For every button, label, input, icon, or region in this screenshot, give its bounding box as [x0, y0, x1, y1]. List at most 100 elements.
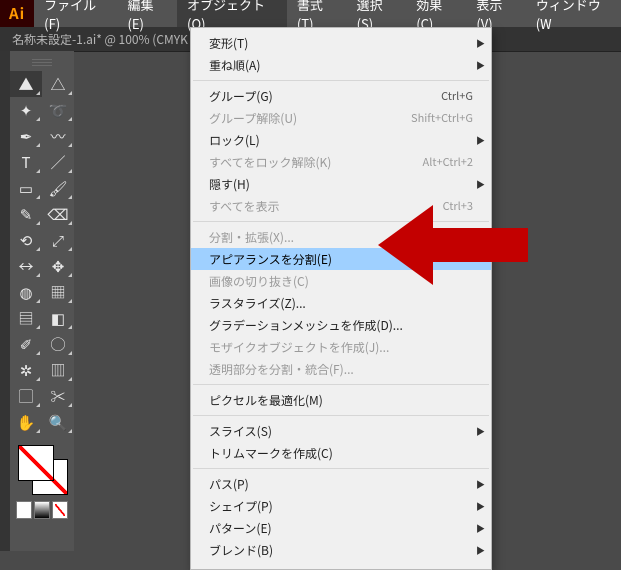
flyout-indicator-icon: [36, 117, 40, 121]
flyout-indicator-icon: [36, 169, 40, 173]
menu-item-shortcut: Alt+Ctrl+2: [423, 154, 473, 170]
tool-perspective[interactable]: ▦: [42, 279, 74, 305]
tool-rectangle[interactable]: ▭: [10, 175, 42, 201]
menu-選択[interactable]: 選択(S): [347, 0, 407, 27]
fill-stroke-swatches[interactable]: [10, 441, 74, 497]
menu-item[interactable]: トリムマークを作成(C): [191, 442, 491, 464]
tool-rotate[interactable]: ⟲: [10, 227, 42, 253]
tool-hand[interactable]: ✋: [10, 409, 42, 435]
menu-item-label: 変形(T): [209, 35, 473, 52]
flyout-indicator-icon: [36, 91, 40, 95]
type-icon: T: [22, 155, 31, 170]
tool-direct-selection[interactable]: △: [42, 71, 74, 97]
tools-drag-handle[interactable]: [32, 59, 52, 67]
tool-blend[interactable]: ◯: [42, 331, 74, 357]
color-mode-none[interactable]: [52, 501, 68, 519]
tool-column-graph[interactable]: ▥: [42, 357, 74, 383]
tool-gradient[interactable]: ◧: [42, 305, 74, 331]
tool-width[interactable]: ↔: [10, 253, 42, 279]
mesh-icon: ▤: [18, 311, 33, 326]
tool-mesh[interactable]: ▤: [10, 305, 42, 331]
tool-artboard[interactable]: ▢: [10, 383, 42, 409]
menu-item-label: モザイクオブジェクトを作成(J)...: [209, 339, 473, 356]
menu-書式[interactable]: 書式(T): [287, 0, 347, 27]
menu-separator: [193, 415, 489, 416]
tool-shaper[interactable]: ✎: [10, 201, 42, 227]
tool-type[interactable]: T: [10, 149, 42, 175]
menu-item-shortcut: Ctrl+3: [443, 198, 473, 214]
menu-item[interactable]: パス(P): [191, 473, 491, 495]
tool-eyedropper[interactable]: ✐: [10, 331, 42, 357]
tool-free-transform[interactable]: ✥: [42, 253, 74, 279]
tool-scale[interactable]: ⤢: [42, 227, 74, 253]
slice-icon: ✂: [50, 389, 65, 404]
menu-item[interactable]: パターン(E): [191, 517, 491, 539]
menu-item[interactable]: ラスタライズ(Z)...: [191, 292, 491, 314]
flyout-indicator-icon: [36, 247, 40, 251]
flyout-indicator-icon: [68, 143, 72, 147]
flyout-indicator-icon: [36, 377, 40, 381]
document-tab[interactable]: 名称未設定-1.ai* @ 100% (CMYK: [12, 31, 188, 48]
fill-swatch[interactable]: [18, 445, 54, 481]
menu-item-label: パス(P): [209, 476, 473, 493]
flyout-indicator-icon: [36, 143, 40, 147]
menu-item[interactable]: グループ(G)Ctrl+G: [191, 85, 491, 107]
tool-paintbrush[interactable]: 🖌: [42, 175, 74, 201]
object-menu-dropdown: 変形(T)重ね順(A)グループ(G)Ctrl+Gグループ解除(U)Shift+C…: [190, 27, 492, 570]
tool-magic-wand[interactable]: ✦: [10, 97, 42, 123]
menu-表示[interactable]: 表示(V): [466, 0, 525, 27]
color-mode-gradient[interactable]: [34, 501, 50, 519]
menu-編集[interactable]: 編集(E): [118, 0, 178, 27]
eraser-icon: ⌫: [47, 207, 68, 222]
flyout-indicator-icon: [36, 429, 40, 433]
menu-item[interactable]: 隠す(H): [191, 173, 491, 195]
tool-line-segment[interactable]: ／: [42, 149, 74, 175]
tool-curvature[interactable]: 〰: [42, 123, 74, 149]
menu-item: すべてを表示Ctrl+3: [191, 195, 491, 217]
blend-icon: ◯: [50, 337, 65, 352]
menu-item[interactable]: アピアランスを分割(E): [191, 248, 491, 270]
tool-pen[interactable]: ✒: [10, 123, 42, 149]
menu-item[interactable]: グラデーションメッシュを作成(D)...: [191, 314, 491, 336]
color-mode-solid[interactable]: [16, 501, 32, 519]
tool-zoom[interactable]: 🔍: [42, 409, 74, 435]
menu-item-label: グラデーションメッシュを作成(D)...: [209, 317, 473, 334]
tool-symbol-sprayer[interactable]: ✲: [10, 357, 42, 383]
tool-lasso[interactable]: ➰: [42, 97, 74, 123]
gradient-icon: ◧: [51, 311, 65, 326]
hand-icon: ✋: [17, 415, 36, 430]
menu-item-label: 画像の切り抜き(C): [209, 273, 473, 290]
menu-item[interactable]: 重ね順(A): [191, 54, 491, 76]
menu-オブジェクト[interactable]: オブジェクト(O): [177, 0, 287, 27]
menubar: Ai ファイル(F)編集(E)オブジェクト(O)書式(T)選択(S)効果(C)表…: [0, 0, 621, 27]
menu-ファイル[interactable]: ファイル(F): [34, 0, 117, 27]
tool-selection[interactable]: ▲: [10, 71, 42, 97]
tool-slice[interactable]: ✂: [42, 383, 74, 409]
menu-item[interactable]: 変形(T): [191, 32, 491, 54]
line-segment-icon: ／: [50, 155, 65, 170]
tools-panel: ▲△✦ ➰ ✒〰 T ／ ▭🖌 ✎ ⌫ ⟲ ⤢↔✥◍▦ ▤ ◧ ✐ ◯ ✲▥▢ ✂ ✋ 🔍: [10, 51, 74, 551]
flyout-indicator-icon: [68, 299, 72, 303]
flyout-indicator-icon: [68, 195, 72, 199]
menu-item[interactable]: シェイプ(P): [191, 495, 491, 517]
shaper-icon: ✎: [20, 207, 33, 222]
menu-item[interactable]: スライス(S): [191, 420, 491, 442]
flyout-indicator-icon: [68, 403, 72, 407]
menu-item[interactable]: ロック(L): [191, 129, 491, 151]
menu-item-label: パターン(E): [209, 520, 473, 537]
menu-ウィンドウ(w[interactable]: ウィンドウ(W: [526, 0, 621, 27]
menu-item-label: 分割・拡張(X)...: [209, 229, 473, 246]
menu-item[interactable]: ブレンド(B): [191, 539, 491, 561]
tool-eraser[interactable]: ⌫: [42, 201, 74, 227]
menu-item-label: 隠す(H): [209, 176, 473, 193]
menu-効果[interactable]: 効果(C): [406, 0, 466, 27]
menu-item-shortcut: Ctrl+G: [441, 88, 473, 104]
tool-shape-builder[interactable]: ◍: [10, 279, 42, 305]
menu-item[interactable]: ピクセルを最適化(M): [191, 389, 491, 411]
panel-gutter: [0, 51, 10, 551]
menu-item-label: グループ解除(U): [209, 110, 411, 127]
menu-item-label: ロック(L): [209, 132, 473, 149]
menu-item-label: グループ(G): [209, 88, 441, 105]
lasso-icon: ➰: [49, 103, 68, 118]
rotate-icon: ⟲: [20, 233, 33, 248]
